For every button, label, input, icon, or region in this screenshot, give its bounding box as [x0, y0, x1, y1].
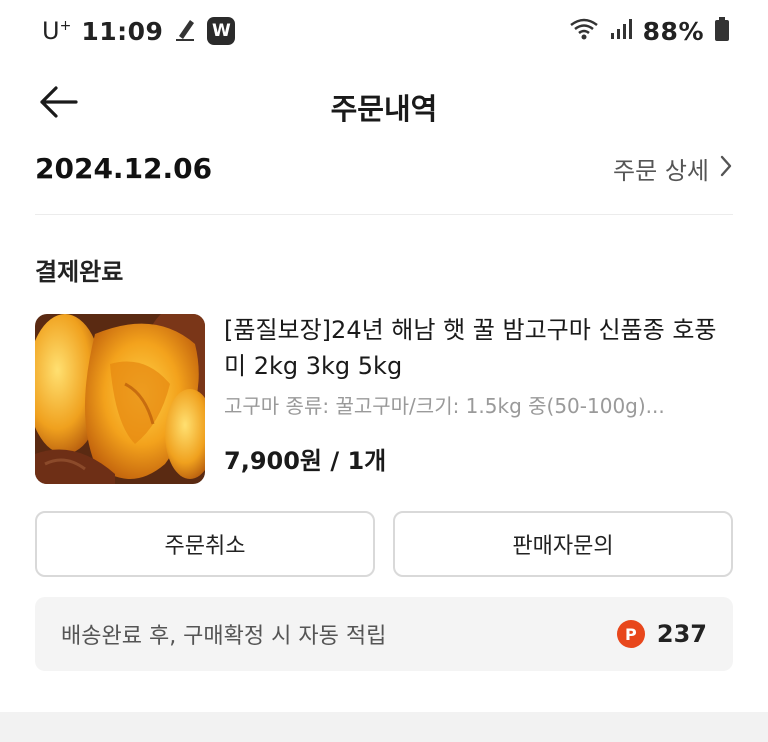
sweet-potato-image — [35, 314, 205, 484]
points-info-box: 배송완료 후, 구매확정 시 자동 적립 P 237 — [35, 597, 733, 671]
carrier-label: U+ — [42, 17, 72, 45]
status-right: 88% — [569, 16, 730, 46]
points-amount: P 237 — [616, 620, 707, 648]
wifi-icon — [569, 17, 599, 45]
status-bar: U+ 11:09 W 88% — [0, 0, 768, 62]
battery-icon — [714, 16, 730, 46]
order-date-row: 2024.12.06 주문 상세 — [35, 146, 733, 190]
signal-icon — [609, 17, 633, 45]
cancel-order-button[interactable]: 주문취소 — [35, 511, 375, 577]
order-detail-link[interactable]: 주문 상세 — [613, 151, 733, 186]
chevron-right-icon — [719, 154, 733, 182]
product-option: 고구마 종류: 꿀고구마/크기: 1.5kg 중(50-100g)... — [224, 394, 665, 418]
point-p-icon: P — [616, 620, 645, 648]
product-thumbnail[interactable] — [35, 314, 205, 484]
divider — [35, 214, 733, 215]
pen-icon — [173, 16, 197, 46]
page-title: 주문내역 — [330, 92, 438, 126]
status-time: 11:09 — [81, 16, 164, 46]
payment-status: 결제완료 — [35, 258, 124, 286]
order-detail-label: 주문 상세 — [613, 156, 709, 185]
status-left: U+ 11:09 W — [42, 16, 236, 46]
product-info: [품질보장]24년 해남 햇 꿀 밤고구마 신품종 호풍미 2kg 3kg 5k… — [224, 312, 734, 476]
order-date: 2024.12.06 — [35, 151, 213, 185]
product-name[interactable]: [품질보장]24년 해남 햇 꿀 밤고구마 신품종 호풍미 2kg 3kg 5k… — [224, 312, 734, 384]
battery-percent: 88% — [642, 16, 704, 46]
product-price: 7,900원 / 1개 — [224, 447, 387, 475]
header: 주문내역 — [0, 72, 768, 136]
section-separator — [0, 712, 768, 742]
screen: U+ 11:09 W 88% 주문내역 2024.12.06 주문 상세 결제완… — [0, 0, 768, 742]
points-description: 배송완료 후, 구매확정 시 자동 적립 — [61, 624, 387, 649]
points-value: 237 — [656, 620, 707, 648]
seller-inquiry-button[interactable]: 판매자문의 — [393, 511, 733, 577]
app-badge-icon: W — [207, 17, 236, 45]
